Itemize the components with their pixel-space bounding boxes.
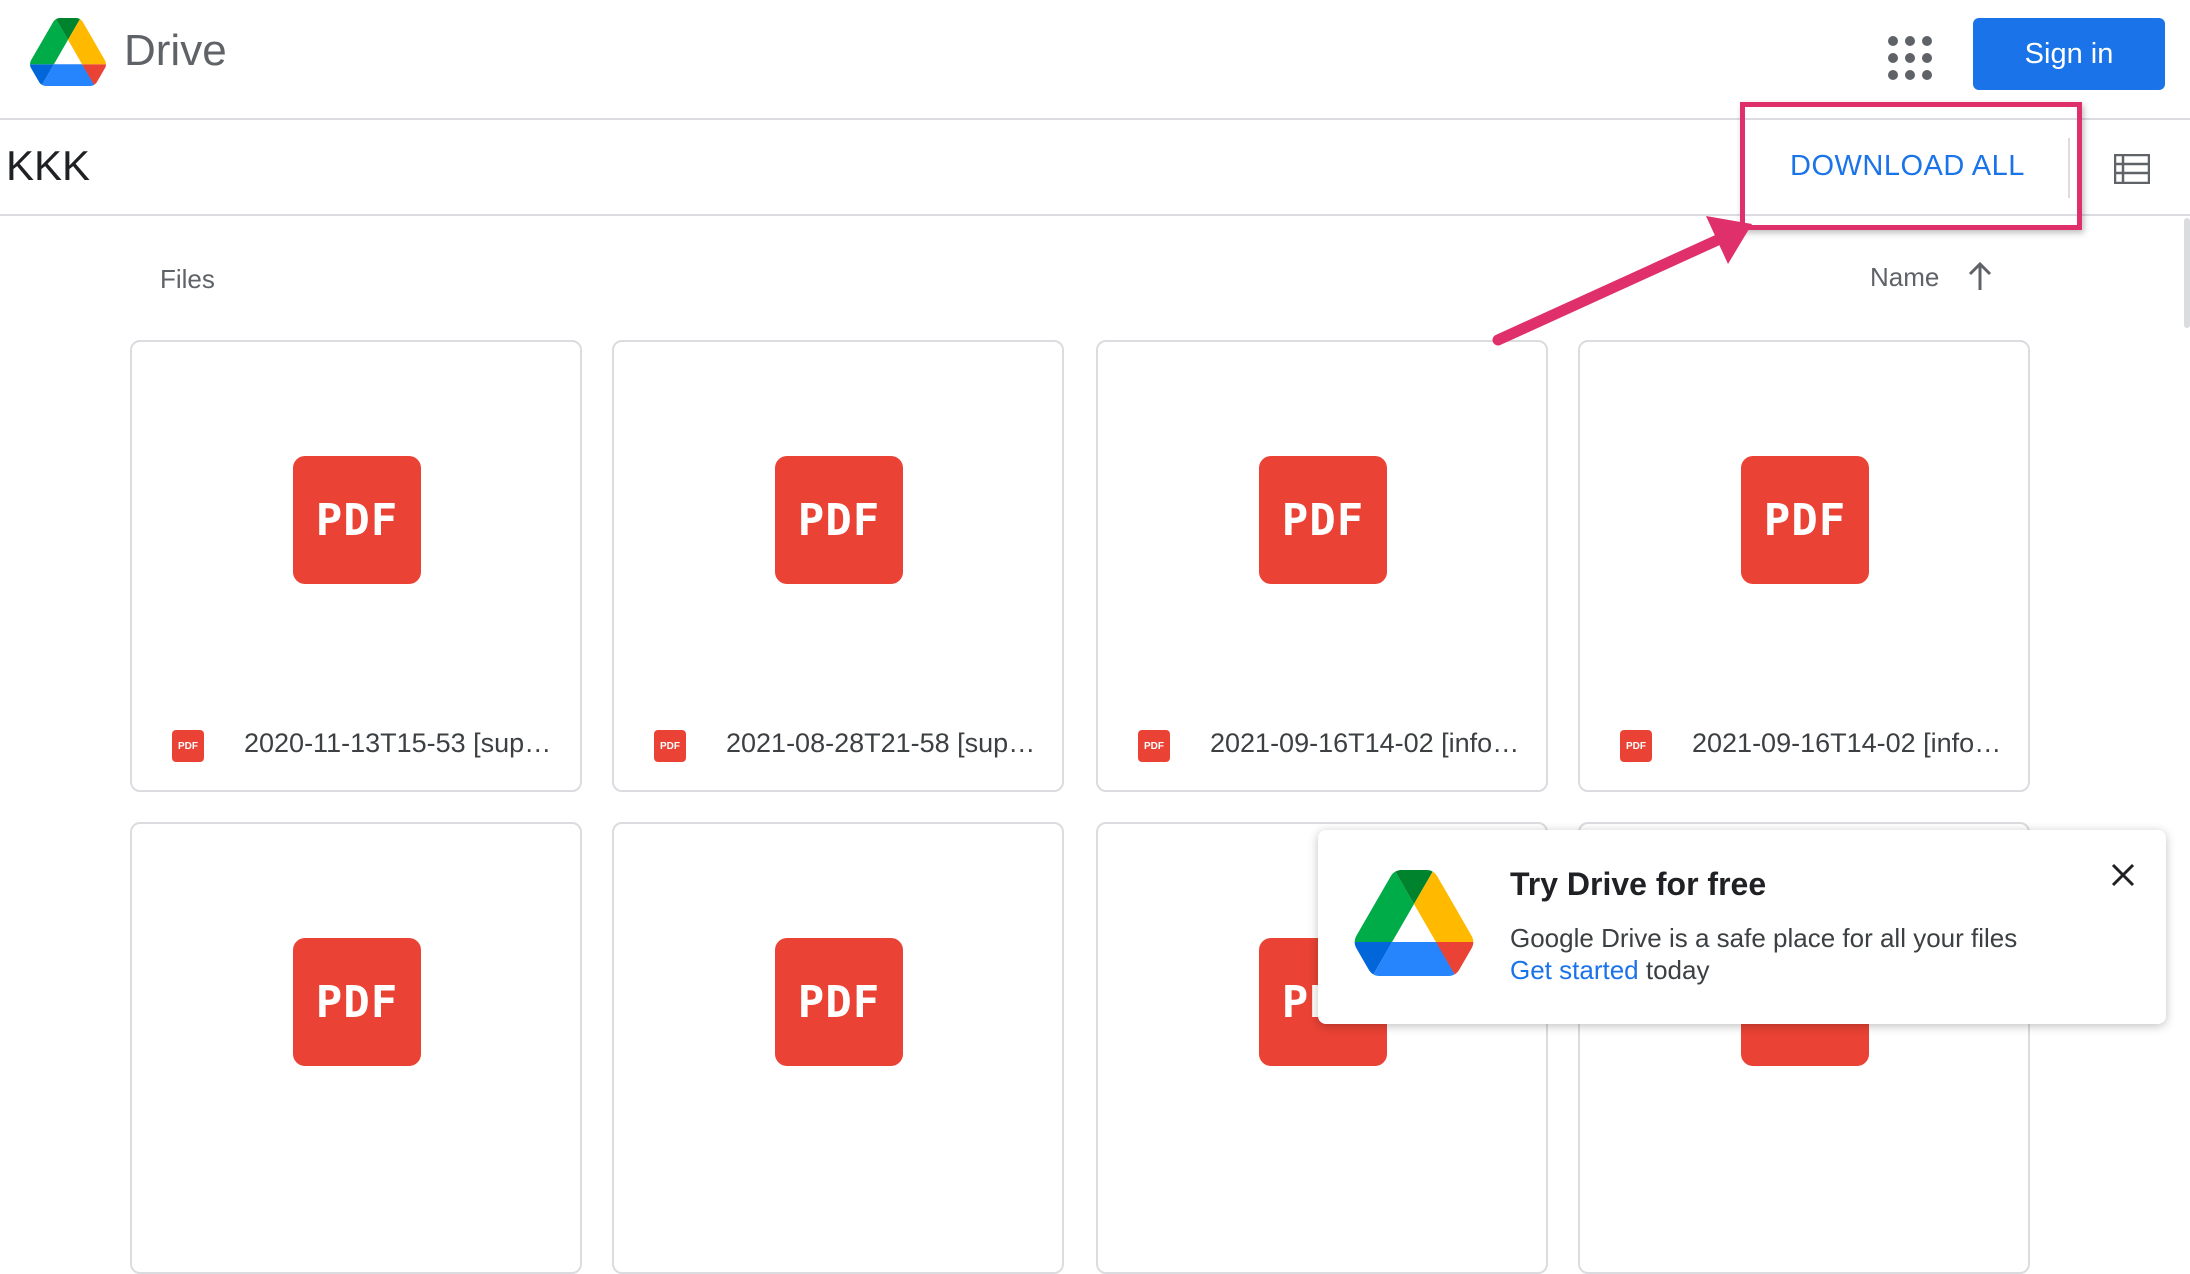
brand-name: Drive [124,26,227,75]
pdf-thumbnail-icon: PDF [1741,456,1869,584]
scrollbar[interactable] [2184,218,2190,328]
pdf-thumbnail-icon: PDF [775,456,903,584]
file-name: 2020-11-13T15-53 [supp… [244,728,564,758]
toast-title: Try Drive for free [1510,866,1767,902]
drive-logo-icon [1354,870,1474,976]
file-name: 2021-09-16T14-02 [info… [1692,728,2002,758]
get-started-link[interactable]: Get started [1510,955,1639,985]
pdf-file-icon: PDF [172,730,204,762]
file-card[interactable]: PDF [612,822,1064,1274]
pdf-thumbnail-icon: PDF [1259,456,1387,584]
toast-message: Google Drive is a safe place for all you… [1510,923,2018,953]
sort-by-name-button[interactable]: Name [1870,262,1939,293]
pdf-thumbnail-icon: PDF [775,938,903,1066]
close-icon[interactable] [2106,858,2140,892]
pdf-thumbnail-icon: PDF [293,938,421,1066]
file-card[interactable]: PDF [130,822,582,1274]
file-card[interactable]: PDF PDF 2021-08-28T21-58 [supp… [612,340,1064,792]
folder-title: KKK [6,142,91,189]
file-card[interactable]: PDF PDF 2021-09-16T14-02 [info… [1578,340,2030,792]
drive-logo-icon[interactable] [30,18,106,86]
file-name: 2021-08-28T21-58 [supp… [726,728,1046,758]
highlight-box [1740,102,2082,230]
toast-link-suffix: today [1638,955,1710,985]
apps-grid-icon[interactable] [1880,28,1940,88]
file-card[interactable]: PDF PDF 2020-11-13T15-53 [supp… [130,340,582,792]
arrow-up-icon[interactable] [1965,260,1995,292]
try-drive-toast: Try Drive for free Google Drive is a saf… [1318,830,2166,1024]
pdf-file-icon: PDF [1138,730,1170,762]
file-card[interactable]: PDF PDF 2021-09-16T14-02 [info… [1096,340,1548,792]
list-view-icon[interactable] [2114,154,2150,184]
toast-body: Google Drive is a safe place for all you… [1510,922,2017,986]
files-section-label: Files [160,264,215,294]
pdf-file-icon: PDF [1620,730,1652,762]
pdf-file-icon: PDF [654,730,686,762]
file-name: 2021-09-16T14-02 [info… [1210,728,1520,758]
sign-in-button[interactable]: Sign in [1973,18,2165,90]
toast-cta-line: Get started today [1510,954,2017,986]
pdf-thumbnail-icon: PDF [293,456,421,584]
